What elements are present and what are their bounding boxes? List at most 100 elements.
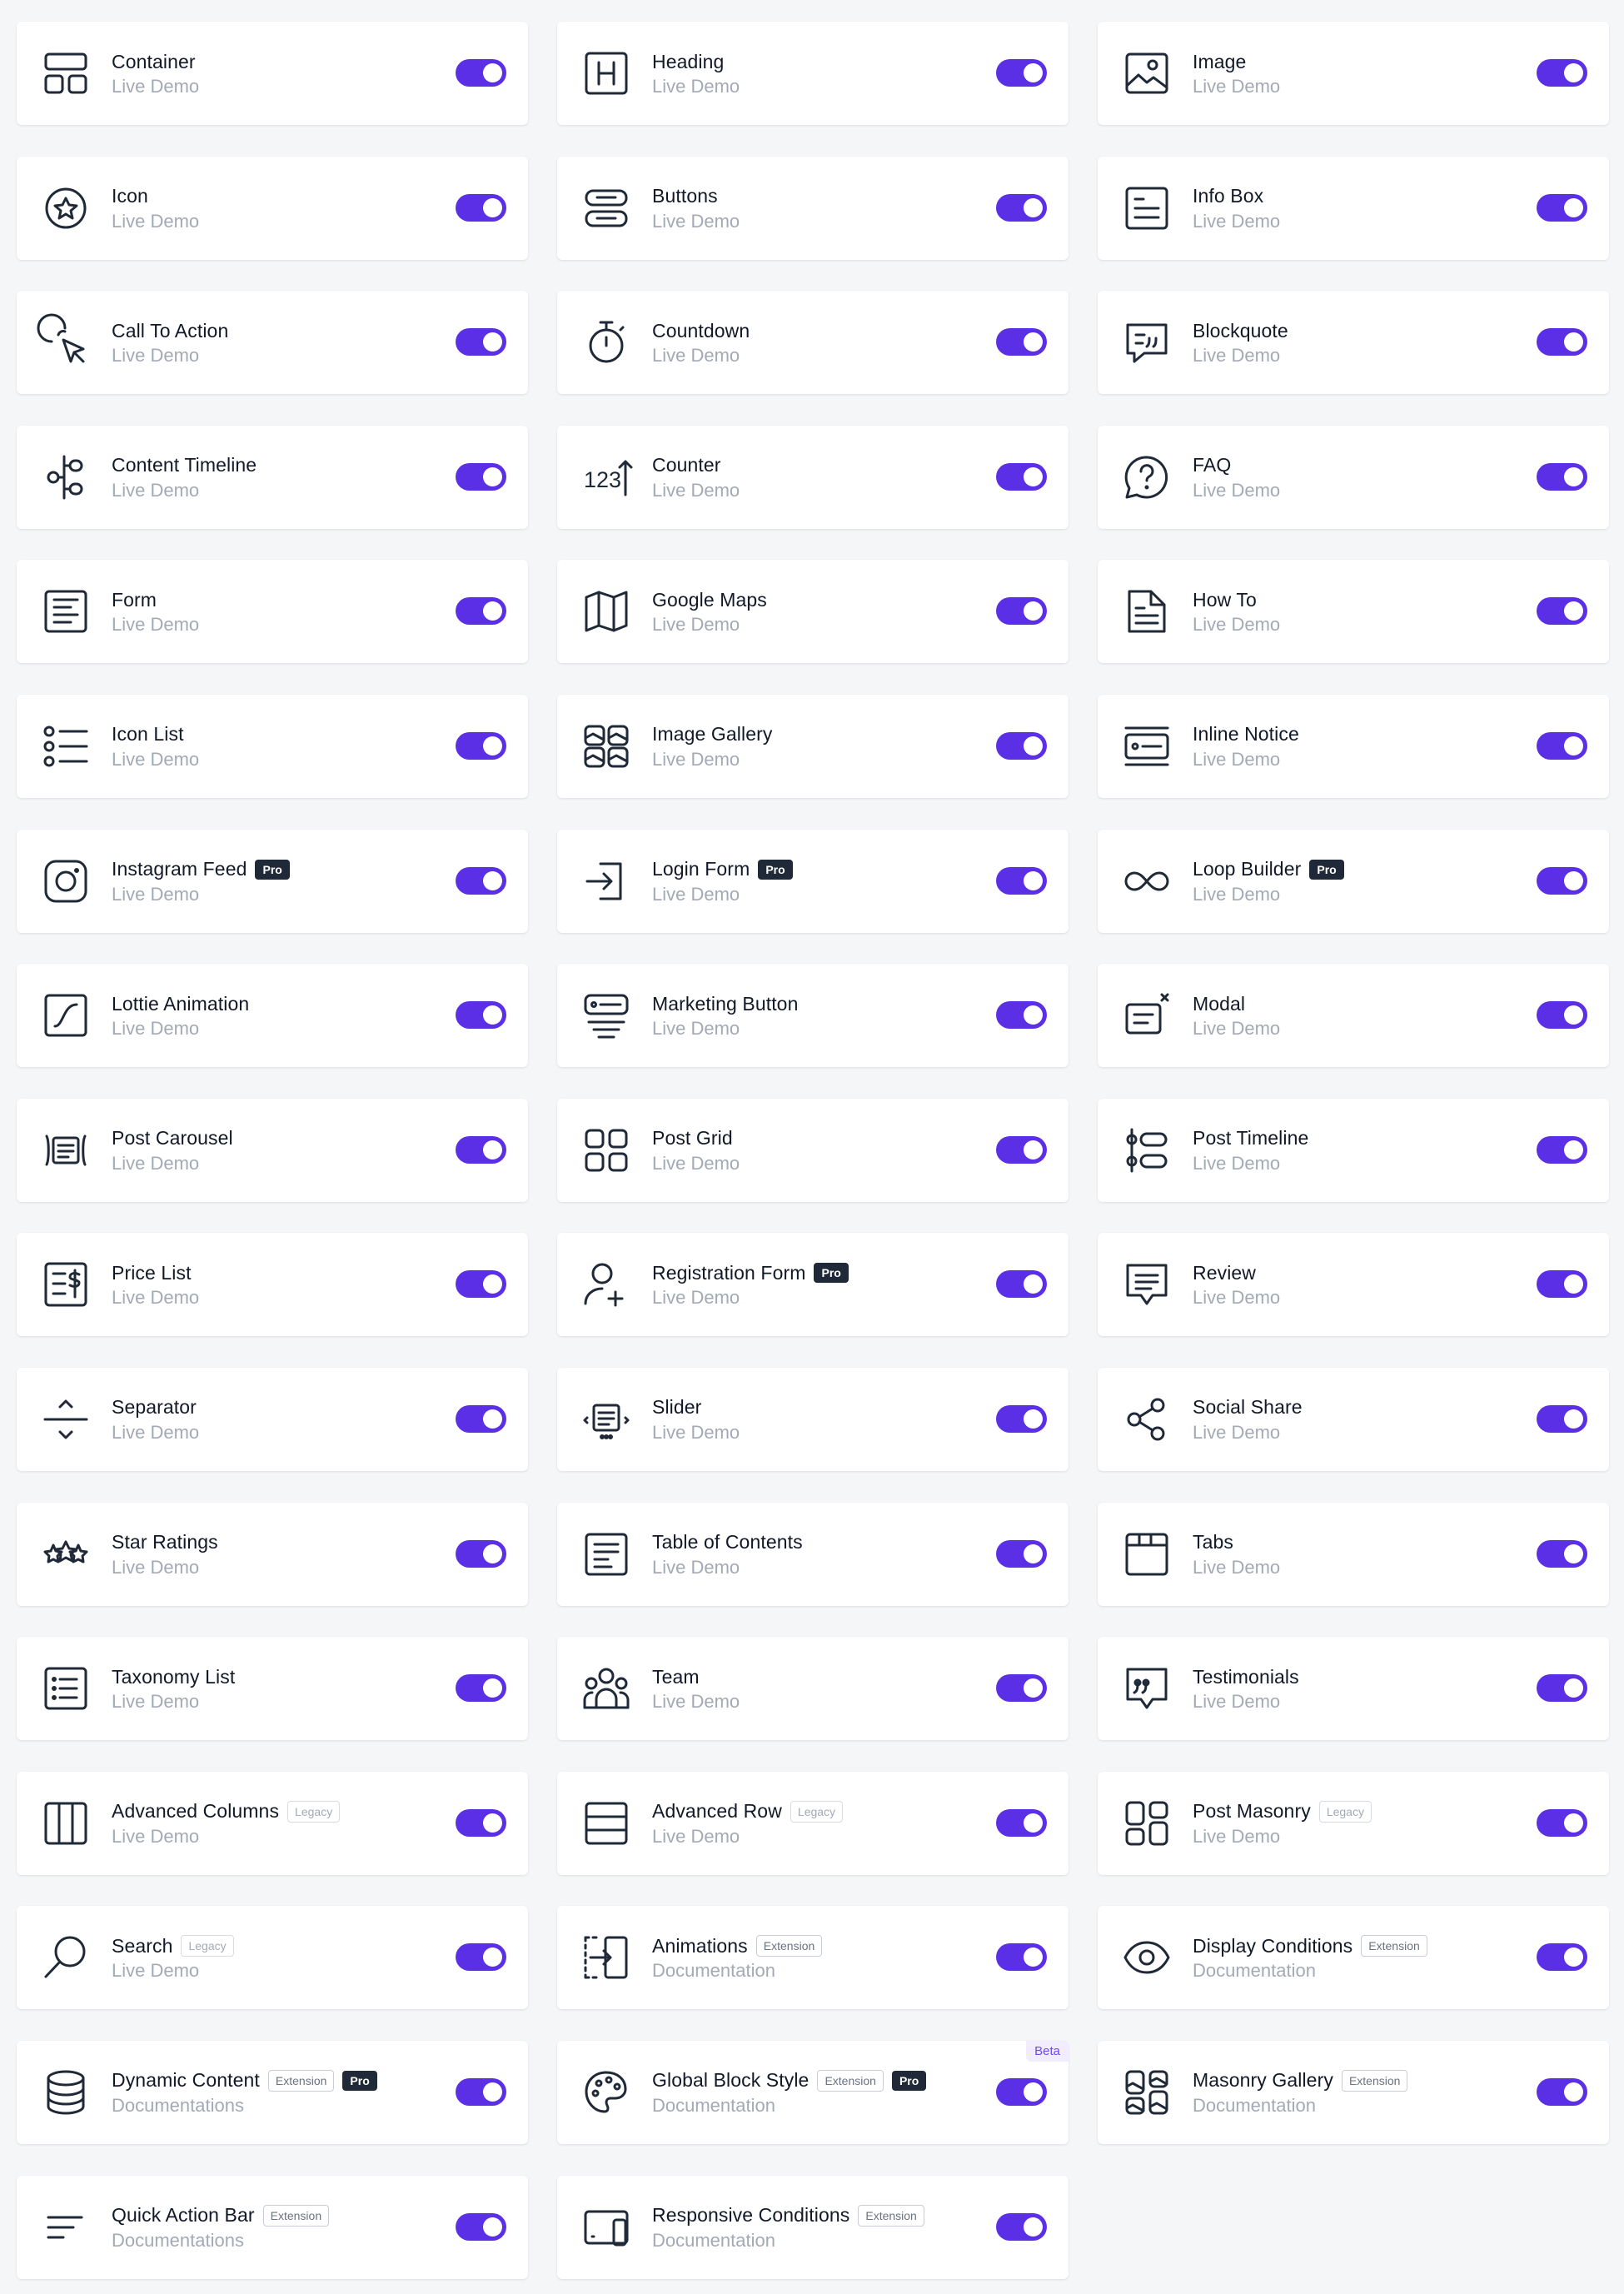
live-demo-link[interactable]: Live Demo	[652, 345, 750, 367]
toggle-inline-notice[interactable]	[1537, 731, 1587, 760]
live-demo-link[interactable]: Live Demo	[652, 1826, 843, 1848]
toggle-loop-builder[interactable]	[1537, 866, 1587, 895]
live-demo-link[interactable]: Live Demo	[112, 480, 257, 501]
toggle-global-block-style[interactable]	[996, 2077, 1047, 2106]
toggle-google-maps[interactable]	[996, 597, 1047, 626]
toggle-slider[interactable]	[996, 1404, 1047, 1433]
toggle-search[interactable]	[456, 1943, 506, 1972]
documentation-link[interactable]: Documentation	[652, 1960, 822, 1982]
toggle-heading[interactable]	[996, 59, 1047, 87]
live-demo-link[interactable]: Live Demo	[112, 614, 199, 636]
live-demo-link[interactable]: Live Demo	[1193, 614, 1280, 636]
live-demo-link[interactable]: Live Demo	[652, 884, 793, 905]
live-demo-link[interactable]: Live Demo	[652, 749, 772, 770]
toggle-instagram-feed[interactable]	[456, 866, 506, 895]
toggle-post-masonry[interactable]	[1537, 1808, 1587, 1837]
toggle-lottie-animation[interactable]	[456, 1001, 506, 1030]
toggle-info-box[interactable]	[1537, 193, 1587, 222]
toggle-how-to[interactable]	[1537, 597, 1587, 626]
toggle-masonry-gallery[interactable]	[1537, 2077, 1587, 2106]
toggle-team[interactable]	[996, 1674, 1047, 1703]
live-demo-link[interactable]: Live Demo	[652, 1018, 798, 1040]
live-demo-link[interactable]: Live Demo	[112, 345, 228, 367]
toggle-counter[interactable]	[996, 462, 1047, 491]
live-demo-link[interactable]: Live Demo	[1193, 480, 1280, 501]
live-demo-link[interactable]: Live Demo	[1193, 1691, 1299, 1713]
documentation-link[interactable]: Documentation	[1193, 2095, 1407, 2117]
toggle-faq[interactable]	[1537, 462, 1587, 491]
live-demo-link[interactable]: Live Demo	[652, 1422, 740, 1444]
toggle-call-to-action[interactable]	[456, 328, 506, 357]
toggle-taxonomy-list[interactable]	[456, 1674, 506, 1703]
documentation-link[interactable]: Documentations	[112, 2095, 377, 2117]
live-demo-link[interactable]: Live Demo	[1193, 1422, 1303, 1444]
live-demo-link[interactable]: Live Demo	[1193, 749, 1299, 770]
toggle-display-conditions[interactable]	[1537, 1943, 1587, 1972]
toggle-modal[interactable]	[1537, 1001, 1587, 1030]
live-demo-link[interactable]: Live Demo	[1193, 1018, 1280, 1040]
toggle-blockquote[interactable]	[1537, 328, 1587, 357]
toggle-registration-form[interactable]	[996, 1270, 1047, 1299]
toggle-advanced-columns[interactable]	[456, 1808, 506, 1837]
live-demo-link[interactable]: Live Demo	[1193, 1826, 1372, 1848]
live-demo-link[interactable]: Live Demo	[112, 884, 290, 905]
live-demo-link[interactable]: Live Demo	[112, 1018, 249, 1040]
toggle-separator[interactable]	[456, 1404, 506, 1433]
documentation-link[interactable]: Documentation	[652, 2095, 926, 2117]
toggle-icon[interactable]	[456, 193, 506, 222]
live-demo-link[interactable]: Live Demo	[652, 1557, 803, 1578]
live-demo-link[interactable]: Live Demo	[112, 1557, 218, 1578]
live-demo-link[interactable]: Live Demo	[112, 211, 199, 232]
live-demo-link[interactable]: Live Demo	[112, 1422, 199, 1444]
live-demo-link[interactable]: Live Demo	[1193, 1557, 1280, 1578]
toggle-post-grid[interactable]	[996, 1135, 1047, 1164]
live-demo-link[interactable]: Live Demo	[1193, 1153, 1308, 1174]
live-demo-link[interactable]: Live Demo	[112, 1960, 234, 1982]
documentation-link[interactable]: Documentations	[112, 2230, 329, 2252]
toggle-container[interactable]	[456, 59, 506, 87]
toggle-marketing-button[interactable]	[996, 1001, 1047, 1030]
live-demo-link[interactable]: Live Demo	[652, 480, 740, 501]
live-demo-link[interactable]: Live Demo	[652, 76, 740, 97]
toggle-social-share[interactable]	[1537, 1404, 1587, 1433]
live-demo-link[interactable]: Live Demo	[112, 1826, 340, 1848]
toggle-quick-action-bar[interactable]	[456, 2212, 506, 2241]
toggle-responsive-conditions[interactable]	[996, 2212, 1047, 2241]
live-demo-link[interactable]: Live Demo	[112, 76, 199, 97]
toggle-table-of-contents[interactable]	[996, 1539, 1047, 1568]
toggle-post-carousel[interactable]	[456, 1135, 506, 1164]
toggle-content-timeline[interactable]	[456, 462, 506, 491]
live-demo-link[interactable]: Live Demo	[1193, 884, 1344, 905]
toggle-post-timeline[interactable]	[1537, 1135, 1587, 1164]
toggle-countdown[interactable]	[996, 328, 1047, 357]
live-demo-link[interactable]: Live Demo	[1193, 211, 1280, 232]
live-demo-link[interactable]: Live Demo	[652, 1153, 740, 1174]
toggle-animations[interactable]	[996, 1943, 1047, 1972]
toggle-buttons[interactable]	[996, 193, 1047, 222]
live-demo-link[interactable]: Live Demo	[652, 614, 767, 636]
toggle-icon-list[interactable]	[456, 731, 506, 760]
toggle-review[interactable]	[1537, 1270, 1587, 1299]
toggle-form[interactable]	[456, 597, 506, 626]
live-demo-link[interactable]: Live Demo	[112, 1287, 199, 1309]
live-demo-link[interactable]: Live Demo	[652, 211, 740, 232]
toggle-advanced-row[interactable]	[996, 1808, 1047, 1837]
live-demo-link[interactable]: Live Demo	[112, 1153, 233, 1174]
toggle-dynamic-content[interactable]	[456, 2077, 506, 2106]
live-demo-link[interactable]: Live Demo	[652, 1691, 740, 1713]
toggle-star-ratings[interactable]	[456, 1539, 506, 1568]
live-demo-link[interactable]: Live Demo	[1193, 1287, 1280, 1309]
live-demo-link[interactable]: Live Demo	[652, 1287, 849, 1309]
toggle-image-gallery[interactable]	[996, 731, 1047, 760]
live-demo-link[interactable]: Live Demo	[1193, 76, 1280, 97]
documentation-link[interactable]: Documentation	[652, 2230, 924, 2252]
toggle-price-list[interactable]	[456, 1270, 506, 1299]
toggle-login-form[interactable]	[996, 866, 1047, 895]
documentation-link[interactable]: Documentation	[1193, 1960, 1427, 1982]
live-demo-link[interactable]: Live Demo	[112, 749, 199, 770]
toggle-tabs[interactable]	[1537, 1539, 1587, 1568]
live-demo-link[interactable]: Live Demo	[1193, 345, 1288, 367]
toggle-testimonials[interactable]	[1537, 1674, 1587, 1703]
toggle-image[interactable]	[1537, 59, 1587, 87]
live-demo-link[interactable]: Live Demo	[112, 1691, 235, 1713]
